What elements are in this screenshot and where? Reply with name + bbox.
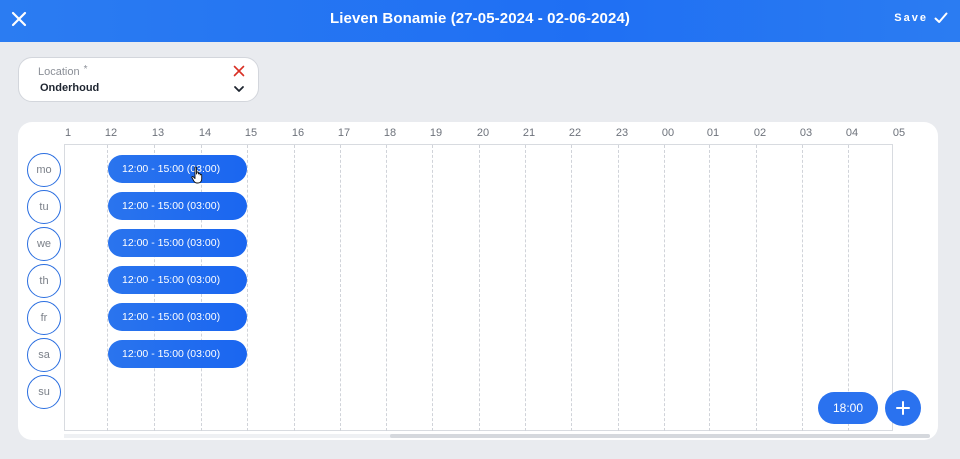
hour-label: 15: [244, 127, 258, 139]
hour-label: 14: [198, 127, 212, 139]
hour-gridline: [386, 145, 387, 431]
location-select[interactable]: Location * Onderhoud: [18, 57, 259, 102]
hour-label: 22: [568, 127, 582, 139]
hour-gridline: [709, 145, 710, 431]
day-fr[interactable]: fr: [27, 301, 61, 335]
hour-gridline: [479, 145, 480, 431]
hour-gridline: [107, 145, 108, 431]
day-mo[interactable]: mo: [27, 153, 61, 187]
location-value: Onderhoud: [40, 82, 100, 94]
hour-gridline: [802, 145, 803, 431]
day-su[interactable]: su: [27, 375, 61, 409]
hour-gridline: [294, 145, 295, 431]
shift-block[interactable]: 12:00 - 15:00 (03:00): [108, 266, 247, 294]
save-button-label: Save: [894, 12, 928, 24]
location-label-text: Location: [38, 66, 80, 78]
plus-icon: [896, 401, 910, 415]
location-label: Location *: [38, 64, 88, 78]
hour-label: 05: [892, 127, 906, 139]
top-bar: Lieven Bonamie (27-05-2024 - 02-06-2024)…: [0, 0, 960, 42]
save-button[interactable]: Save: [894, 8, 948, 28]
day-we[interactable]: we: [27, 227, 61, 261]
hour-label: 16: [291, 127, 305, 139]
x-icon[interactable]: [233, 65, 245, 77]
hour-label: 00: [661, 127, 675, 139]
hour-label: 02: [753, 127, 767, 139]
required-mark: *: [83, 64, 88, 75]
hour-label: 21: [522, 127, 536, 139]
hour-label: 1: [64, 127, 72, 139]
hour-label: 17: [337, 127, 351, 139]
hour-label: 12: [104, 127, 118, 139]
hour-label: 20: [476, 127, 490, 139]
shift-block[interactable]: 12:00 - 15:00 (03:00): [108, 192, 247, 220]
hour-label: 18: [383, 127, 397, 139]
shift-block[interactable]: 12:00 - 15:00 (03:00): [108, 229, 247, 257]
hour-gridline: [571, 145, 572, 431]
day-sa[interactable]: sa: [27, 338, 61, 372]
hour-gridline: [525, 145, 526, 431]
hour-label: 03: [799, 127, 813, 139]
hour-gridline: [756, 145, 757, 431]
chevron-down-icon[interactable]: [233, 83, 245, 95]
hour-gridline: [432, 145, 433, 431]
hour-gridline: [340, 145, 341, 431]
hour-gridline: [618, 145, 619, 431]
hour-gridline: [247, 145, 248, 431]
shift-block[interactable]: 12:00 - 15:00 (03:00): [108, 303, 247, 331]
hour-label: 13: [151, 127, 165, 139]
hour-label: 01: [706, 127, 720, 139]
hour-gridline: [664, 145, 665, 431]
add-shift-button[interactable]: [885, 390, 921, 426]
day-tu[interactable]: tu: [27, 190, 61, 224]
hour-label: 23: [615, 127, 629, 139]
hand-cursor-icon: [191, 166, 203, 184]
day-th[interactable]: th: [27, 264, 61, 298]
shift-block[interactable]: 12:00 - 15:00 (03:00): [108, 340, 247, 368]
hour-gridline: [848, 145, 849, 431]
hour-label: 04: [845, 127, 859, 139]
check-icon: [934, 12, 948, 23]
page-title: Lieven Bonamie (27-05-2024 - 02-06-2024): [330, 10, 630, 27]
time-button[interactable]: 18:00: [818, 392, 878, 424]
hour-label: 19: [429, 127, 443, 139]
horizontal-scrollbar[interactable]: [390, 434, 930, 438]
shift-block[interactable]: 12:00 - 15:00 (03:00): [108, 155, 247, 183]
